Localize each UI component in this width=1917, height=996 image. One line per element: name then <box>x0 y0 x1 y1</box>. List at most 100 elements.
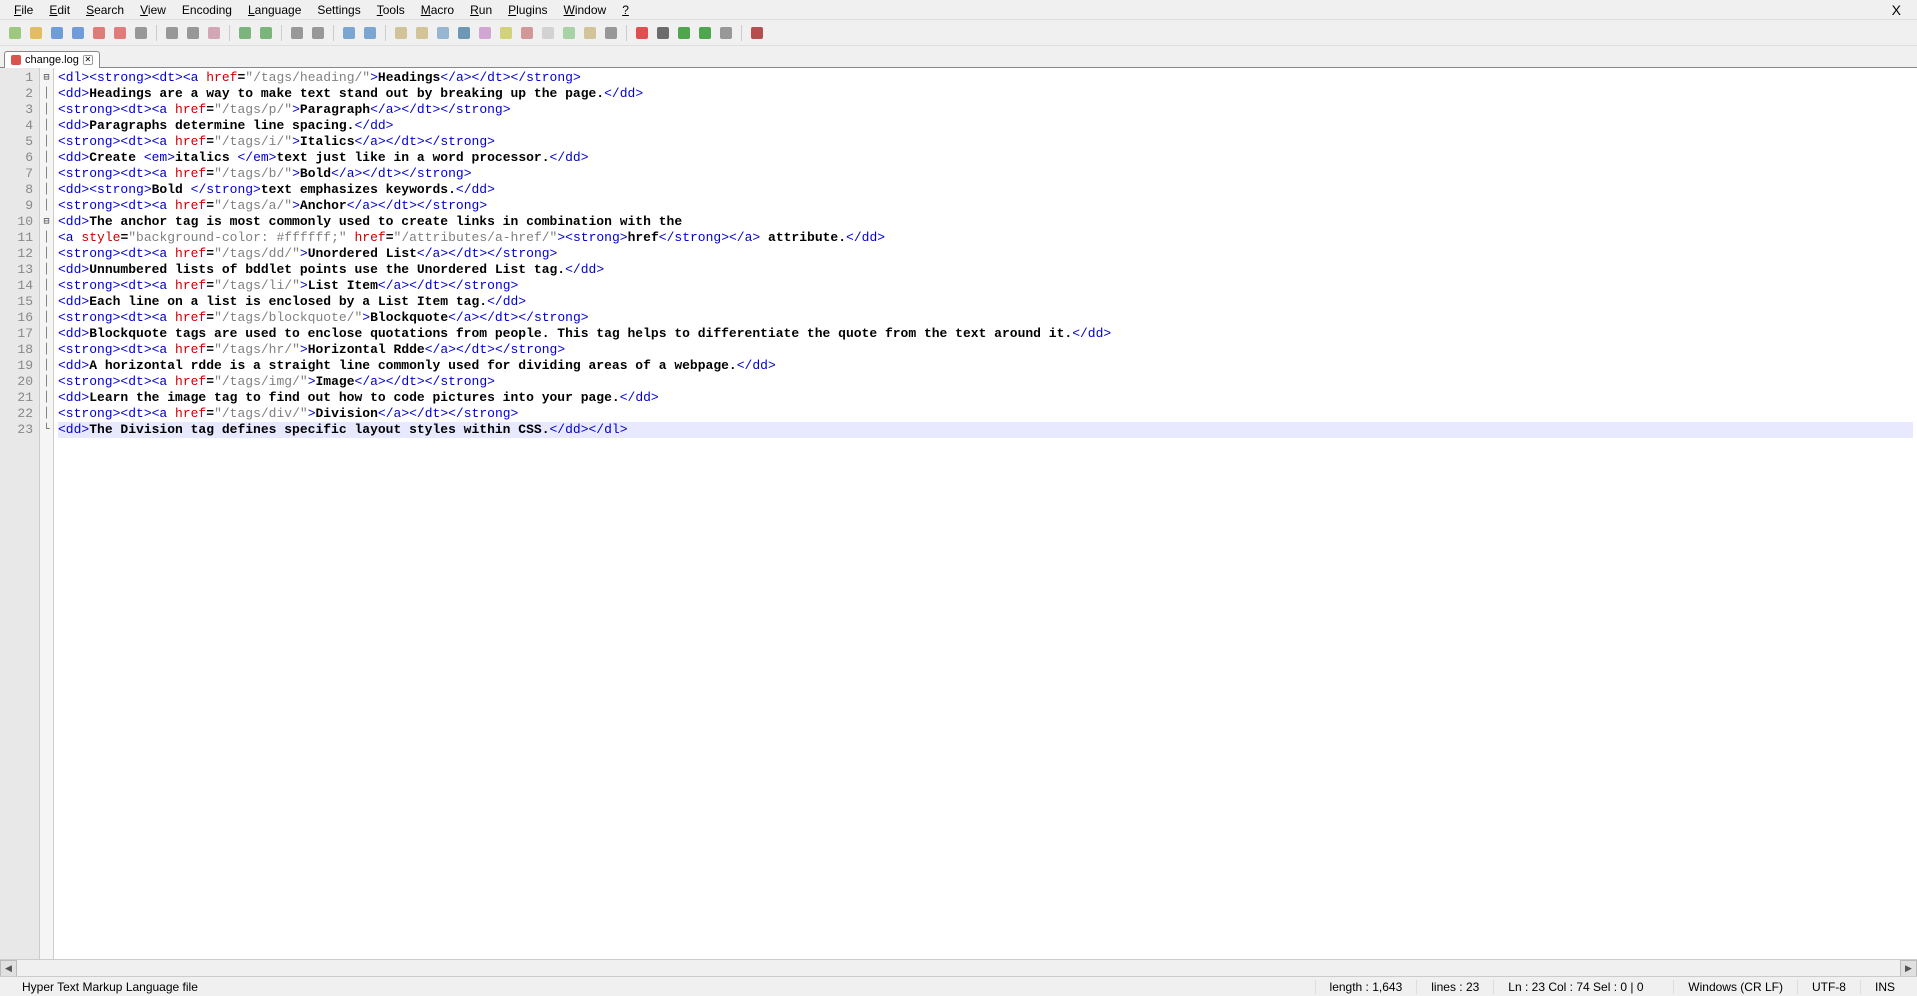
code-line[interactable]: <strong><dt><a href="/tags/blockquote/">… <box>58 310 1913 326</box>
doc-list-icon[interactable] <box>539 24 557 42</box>
sync-v-icon[interactable] <box>392 24 410 42</box>
fold-marker[interactable]: │ <box>40 278 53 294</box>
save-macro-icon[interactable] <box>717 24 735 42</box>
stop-macro-icon[interactable] <box>654 24 672 42</box>
code-line[interactable]: <dl><strong><dt><a href="/tags/heading/"… <box>58 70 1913 86</box>
fold-marker[interactable]: │ <box>40 262 53 278</box>
cut-icon[interactable] <box>163 24 181 42</box>
file-tab[interactable]: change.log ✕ <box>4 51 100 68</box>
fold-marker[interactable]: │ <box>40 230 53 246</box>
fold-marker[interactable]: └ <box>40 422 53 438</box>
menu-encoding[interactable]: Encoding <box>174 1 240 19</box>
indent-guide-icon[interactable] <box>476 24 494 42</box>
fold-margin[interactable]: ⊟││││││││⊟││││││││││││└ <box>40 68 54 959</box>
copy-icon[interactable] <box>184 24 202 42</box>
code-line[interactable]: <dd>A horizontal rdde is a straight line… <box>58 358 1913 374</box>
code-line[interactable]: <dd>Unnumbered lists of bddlet points us… <box>58 262 1913 278</box>
udl-icon[interactable] <box>497 24 515 42</box>
menu-?[interactable]: ? <box>614 1 637 19</box>
fold-marker[interactable]: │ <box>40 294 53 310</box>
menu-tools[interactable]: Tools <box>369 1 413 19</box>
close-icon[interactable] <box>90 24 108 42</box>
menu-settings[interactable]: Settings <box>309 1 368 19</box>
code-line[interactable]: <dd>Create <em>italics </em>text just li… <box>58 150 1913 166</box>
fold-marker[interactable]: │ <box>40 150 53 166</box>
menu-view[interactable]: View <box>132 1 174 19</box>
wrap-icon[interactable] <box>434 24 452 42</box>
scroll-left-button[interactable]: ◀ <box>0 960 17 977</box>
menu-search[interactable]: Search <box>78 1 132 19</box>
find-icon[interactable] <box>288 24 306 42</box>
all-chars-icon[interactable] <box>455 24 473 42</box>
scroll-right-button[interactable]: ▶ <box>1900 960 1917 977</box>
code-line[interactable]: <strong><dt><a href="/tags/i/">Italics</… <box>58 134 1913 150</box>
scroll-track[interactable] <box>17 960 1900 977</box>
window-close-button[interactable]: X <box>1882 2 1911 18</box>
play-macro-icon[interactable] <box>675 24 693 42</box>
zoom-out-icon[interactable] <box>361 24 379 42</box>
fold-marker[interactable]: │ <box>40 406 53 422</box>
code-line[interactable]: <dd>The anchor tag is most commonly used… <box>58 214 1913 230</box>
save-icon[interactable] <box>48 24 66 42</box>
menu-plugins[interactable]: Plugins <box>500 1 555 19</box>
editor[interactable]: 1234567891011121314151617181920212223 ⊟│… <box>0 68 1917 959</box>
code-line[interactable]: <strong><dt><a href="/tags/b/">Bold</a><… <box>58 166 1913 182</box>
fold-marker[interactable]: │ <box>40 198 53 214</box>
fold-marker[interactable]: │ <box>40 118 53 134</box>
code-line[interactable]: <dd>Each line on a list is enclosed by a… <box>58 294 1913 310</box>
menu-edit[interactable]: Edit <box>41 1 78 19</box>
menu-run[interactable]: Run <box>462 1 500 19</box>
code-line[interactable]: <strong><dt><a href="/tags/dd/">Unordere… <box>58 246 1913 262</box>
fold-marker[interactable]: │ <box>40 390 53 406</box>
new-file-icon[interactable] <box>6 24 24 42</box>
fold-marker[interactable]: │ <box>40 182 53 198</box>
code-line[interactable]: <strong><dt><a href="/tags/img/">Image</… <box>58 374 1913 390</box>
code-line[interactable]: <strong><dt><a href="/tags/div/">Divisio… <box>58 406 1913 422</box>
fold-marker[interactable]: │ <box>40 326 53 342</box>
paste-icon[interactable] <box>205 24 223 42</box>
close-all-icon[interactable] <box>111 24 129 42</box>
code-line[interactable]: <dd>The Division tag defines specific la… <box>58 422 1913 438</box>
code-line[interactable]: <a style="background-color: #ffffff;" hr… <box>58 230 1913 246</box>
code-line[interactable]: <dd>Blockquote tags are used to enclose … <box>58 326 1913 342</box>
code-area[interactable]: <dl><strong><dt><a href="/tags/heading/"… <box>54 68 1917 959</box>
menu-macro[interactable]: Macro <box>413 1 462 19</box>
code-line[interactable]: <dd>Learn the image tag to find out how … <box>58 390 1913 406</box>
fold-marker[interactable]: │ <box>40 358 53 374</box>
print-icon[interactable] <box>132 24 150 42</box>
code-line[interactable]: <dd>Headings are a way to make text stan… <box>58 86 1913 102</box>
spellcheck-icon[interactable] <box>748 24 766 42</box>
monitor-icon[interactable] <box>602 24 620 42</box>
redo-icon[interactable] <box>257 24 275 42</box>
fold-marker[interactable]: │ <box>40 166 53 182</box>
doc-map-icon[interactable] <box>518 24 536 42</box>
code-line[interactable]: <strong><dt><a href="/tags/p/">Paragraph… <box>58 102 1913 118</box>
sync-h-icon[interactable] <box>413 24 431 42</box>
tab-close-icon[interactable]: ✕ <box>83 55 93 65</box>
fold-marker[interactable]: ⊟ <box>40 70 53 86</box>
fold-marker[interactable]: │ <box>40 374 53 390</box>
code-line[interactable]: <strong><dt><a href="/tags/hr/">Horizont… <box>58 342 1913 358</box>
menu-file[interactable]: File <box>6 1 41 19</box>
fold-marker[interactable]: │ <box>40 134 53 150</box>
fold-marker[interactable]: ⊟ <box>40 214 53 230</box>
func-list-icon[interactable] <box>560 24 578 42</box>
open-file-icon[interactable] <box>27 24 45 42</box>
fold-marker[interactable]: │ <box>40 246 53 262</box>
zoom-in-icon[interactable] <box>340 24 358 42</box>
code-line[interactable]: <dd><strong>Bold </strong>text emphasize… <box>58 182 1913 198</box>
fold-marker[interactable]: │ <box>40 102 53 118</box>
code-line[interactable]: <dd>Paragraphs determine line spacing.</… <box>58 118 1913 134</box>
undo-icon[interactable] <box>236 24 254 42</box>
save-all-icon[interactable] <box>69 24 87 42</box>
replace-icon[interactable] <box>309 24 327 42</box>
fold-marker[interactable]: │ <box>40 310 53 326</box>
horizontal-scrollbar[interactable]: ◀ ▶ <box>0 959 1917 976</box>
fold-marker[interactable]: │ <box>40 86 53 102</box>
folder-icon[interactable] <box>581 24 599 42</box>
menu-language[interactable]: Language <box>240 1 309 19</box>
code-line[interactable]: <strong><dt><a href="/tags/a/">Anchor</a… <box>58 198 1913 214</box>
menu-window[interactable]: Window <box>556 1 615 19</box>
play-multi-icon[interactable] <box>696 24 714 42</box>
record-macro-icon[interactable] <box>633 24 651 42</box>
